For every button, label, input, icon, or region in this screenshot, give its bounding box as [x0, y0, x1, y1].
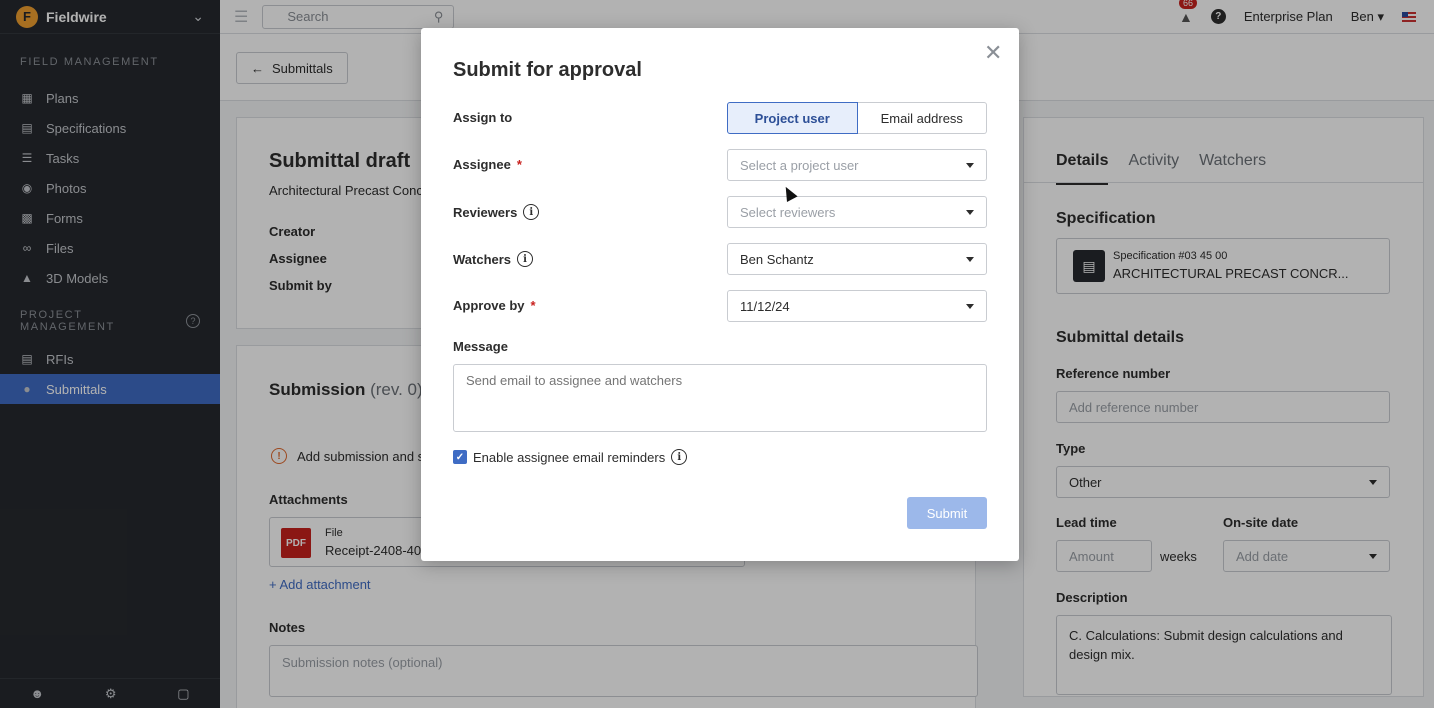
- email-reminders-label[interactable]: Enable assignee email reminders: [473, 450, 665, 465]
- required-mark: *: [530, 298, 536, 313]
- approve-by-date-select[interactable]: 11/12/24: [727, 290, 987, 322]
- submit-for-approval-dialog: Submit for approval ✕ Assign to Project …: [421, 28, 1019, 561]
- watchers-value: Ben Schantz: [740, 251, 814, 267]
- project-user-option[interactable]: Project user: [727, 102, 858, 134]
- approve-by-text: Approve by: [453, 298, 525, 313]
- email-reminders-row: ✓ Enable assignee email reminders i: [453, 449, 688, 465]
- caret-down-icon: [966, 162, 974, 168]
- assignee-select[interactable]: Select a project user: [727, 149, 987, 181]
- caret-down-icon: [966, 209, 974, 215]
- reviewers-text: Reviewers: [453, 204, 518, 220]
- required-mark: *: [516, 157, 522, 172]
- info-icon[interactable]: i: [671, 449, 688, 465]
- assign-to-text: Assign to: [453, 110, 513, 125]
- submit-button[interactable]: Submit: [907, 497, 987, 529]
- reviewers-label: Reviewers i: [453, 204, 540, 220]
- close-icon[interactable]: ✕: [984, 42, 1002, 64]
- watchers-label: Watchers i: [453, 251, 534, 267]
- message-label: Message: [453, 339, 508, 354]
- assignee-placeholder: Select a project user: [740, 157, 859, 173]
- modal-title: Submit for approval: [453, 59, 642, 81]
- message-text: Message: [453, 339, 508, 354]
- info-icon[interactable]: i: [523, 204, 540, 220]
- watchers-text: Watchers: [453, 251, 512, 267]
- caret-down-icon: [966, 303, 974, 309]
- assignee-label: Assignee *: [453, 157, 522, 172]
- assign-to-label: Assign to: [453, 110, 512, 125]
- approve-by-value: 11/12/24: [740, 298, 790, 314]
- info-icon[interactable]: i: [517, 251, 534, 267]
- message-textarea[interactable]: [453, 364, 987, 432]
- reviewers-placeholder: Select reviewers: [740, 204, 836, 220]
- reviewers-select[interactable]: Select reviewers: [727, 196, 987, 228]
- watchers-select[interactable]: Ben Schantz: [727, 243, 987, 275]
- email-reminders-checkbox[interactable]: ✓: [453, 450, 467, 464]
- assign-to-toggle: Project user Email address: [727, 102, 987, 134]
- approve-by-label: Approve by *: [453, 298, 536, 313]
- email-address-option[interactable]: Email address: [857, 102, 987, 134]
- assignee-text: Assignee: [453, 157, 511, 172]
- caret-down-icon: [966, 256, 974, 262]
